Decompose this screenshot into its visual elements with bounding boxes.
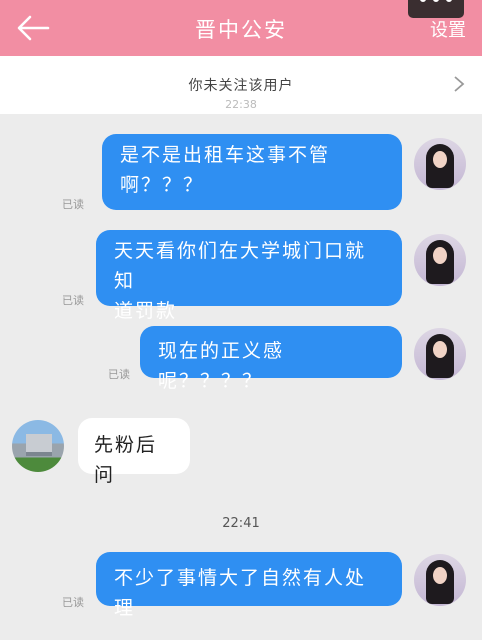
message-row: 已读 天天看你们在大学城门口就知 道罚款 — [0, 230, 482, 322]
message-text-line: 现在的正义感呢？？？？ — [158, 340, 285, 392]
message-text-line: 啊？？？ — [120, 174, 205, 196]
avatar[interactable] — [12, 420, 64, 472]
read-status: 已读 — [62, 198, 84, 211]
message-text-line: 是不是出租车这事不管 — [120, 144, 331, 166]
time-separator: 22:41 — [222, 516, 260, 531]
message-text-line: 先粉后问 — [94, 434, 158, 486]
avatar[interactable] — [414, 554, 466, 606]
message-row: 已读 不少了事情大了自然有人处理 — [0, 552, 482, 619]
message-row: 已读 现在的正义感呢？？？？ — [0, 326, 482, 392]
message-bubble[interactable]: 不少了事情大了自然有人处理 — [96, 552, 402, 619]
message-text-line: 天天看你们在大学城门口就知 — [114, 240, 367, 292]
settings-button[interactable]: 设置 — [430, 16, 466, 42]
message-bubble[interactable]: 现在的正义感呢？？？？ — [140, 326, 402, 392]
message-bubble[interactable]: 先粉后问 — [78, 418, 190, 486]
message-bubble[interactable]: 天天看你们在大学城门口就知 道罚款 — [96, 230, 402, 322]
timestamp-faded: 22:38 — [225, 98, 257, 111]
read-status: 已读 — [108, 368, 130, 381]
avatar[interactable] — [414, 234, 466, 286]
page-title: 晋中公安 — [195, 18, 287, 42]
message-text-line: 不少了事情大了自然有人处理 — [114, 567, 367, 619]
read-status: 已读 — [62, 294, 84, 307]
message-row: 先粉后问 — [0, 418, 482, 486]
follow-status-text: 你未关注该用户 — [188, 78, 294, 94]
message-text-line: 道罚款 — [114, 300, 178, 322]
avatar[interactable] — [414, 328, 466, 380]
title-bar: 晋中公安 设置 — [0, 0, 482, 56]
message-bubble[interactable]: 是不是出租车这事不管 啊？？？ — [102, 134, 402, 210]
message-row: 已读 是不是出租车这事不管 啊？？？ — [0, 134, 482, 214]
avatar[interactable] — [414, 138, 466, 190]
chevron-right-icon — [454, 76, 465, 92]
read-status: 已读 — [62, 596, 84, 609]
